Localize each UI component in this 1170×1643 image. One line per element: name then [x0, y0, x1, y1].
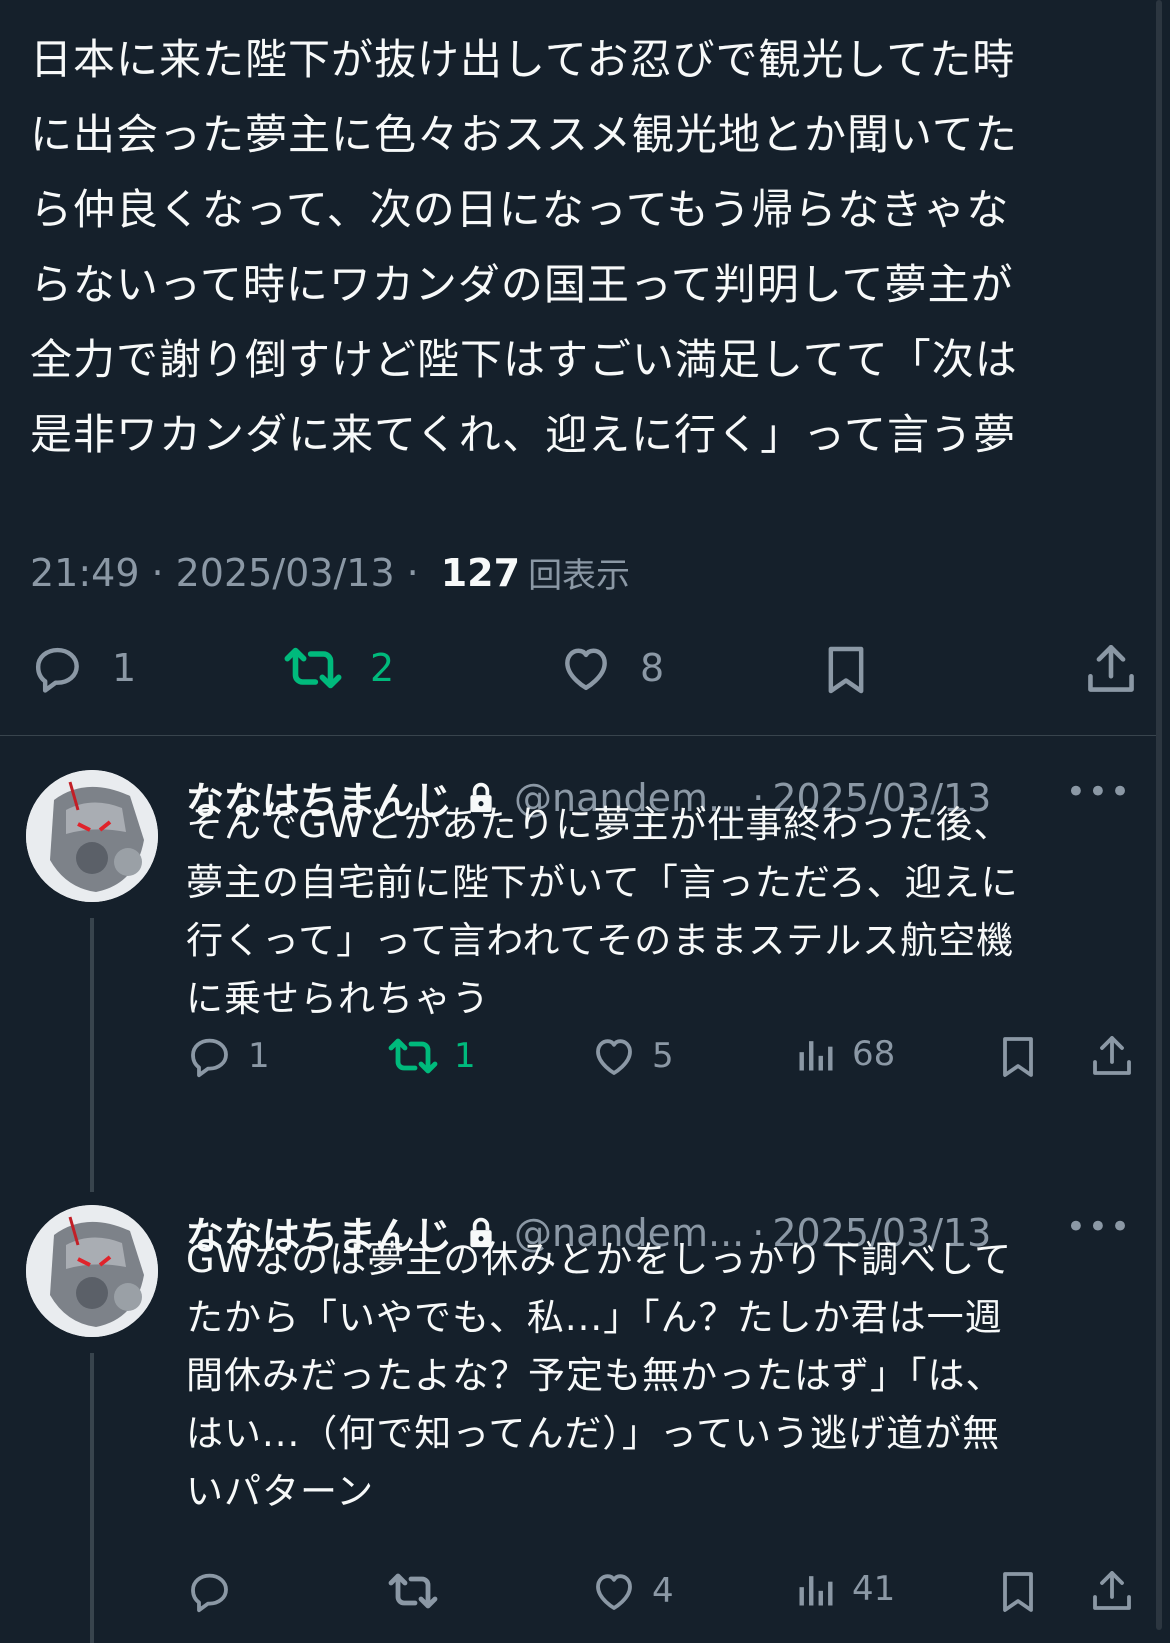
analytics-icon [794, 1567, 838, 1611]
bookmark-icon [994, 1032, 1042, 1082]
like-button[interactable]: 8 [558, 640, 664, 696]
bookmark-button[interactable] [994, 1567, 1042, 1617]
tweet-meta: 21:49 · 2025/03/13 · 127 回表示 [30, 548, 630, 597]
reply-button[interactable]: 1 [30, 640, 136, 696]
share-icon [1088, 1567, 1136, 1615]
repost-icon [386, 1567, 440, 1615]
like-button[interactable]: 5 [590, 1032, 674, 1080]
share-button[interactable] [1088, 1032, 1136, 1080]
repost-icon [282, 640, 344, 696]
analytics-icon [794, 1032, 838, 1076]
divider [0, 735, 1156, 736]
reply-button[interactable] [186, 1567, 234, 1615]
repost-count: 1 [454, 1036, 476, 1076]
reply-icon [30, 640, 86, 696]
scrollbar[interactable] [1156, 0, 1162, 1630]
bookmark-button[interactable] [818, 640, 874, 700]
reply-actions: 1 1 5 68 [0, 1032, 1160, 1092]
views-button[interactable]: 68 [794, 1032, 895, 1076]
heart-icon [590, 1032, 638, 1080]
bookmark-icon [994, 1567, 1042, 1617]
like-button[interactable]: 4 [590, 1567, 674, 1615]
repost-button[interactable]: 2 [282, 640, 394, 696]
like-count: 5 [652, 1036, 674, 1076]
heart-icon [558, 640, 614, 696]
repost-button[interactable]: 1 [386, 1032, 476, 1080]
tweet-time: 21:49 [30, 550, 140, 595]
main-tweet-actions: 1 2 8 [0, 640, 1170, 710]
repost-button[interactable] [386, 1567, 440, 1615]
repost-icon [386, 1032, 440, 1080]
bookmark-icon [818, 640, 874, 700]
like-count: 4 [652, 1571, 674, 1611]
avatar[interactable] [26, 770, 158, 902]
views-count: 41 [852, 1569, 896, 1609]
reply-text: GWなのは夢主の休みとかをしっかり下調べして たから「いやでも、私...」「ん？… [186, 1238, 1013, 1513]
share-button[interactable] [1088, 1567, 1136, 1615]
reply-text: そんでGWとかあたりに夢主が仕事終わった後、 夢主の自宅前に陛下がいて「言っただ… [186, 803, 1019, 1020]
views-label: 回表示 [528, 556, 631, 596]
share-icon [1082, 640, 1140, 698]
reply-icon [186, 1567, 234, 1615]
like-count: 8 [640, 646, 665, 690]
heart-icon [590, 1567, 638, 1615]
reply-actions: 4 41 [0, 1567, 1160, 1627]
reply-count: 1 [248, 1036, 270, 1076]
meta-separator: · [406, 550, 419, 595]
main-tweet-text: 日本に来た陛下が抜け出してお忍びで観光してた時 に出会った夢主に色々おススメ観光… [30, 35, 1018, 459]
reply-count: 1 [112, 646, 137, 690]
bookmark-button[interactable] [994, 1032, 1042, 1082]
share-button[interactable] [1082, 640, 1140, 698]
avatar[interactable] [26, 1205, 158, 1337]
reply-button[interactable]: 1 [186, 1032, 270, 1080]
views-count: 127 [440, 550, 521, 595]
reply-icon [186, 1032, 234, 1080]
tweet-date: 2025/03/13 [175, 550, 395, 595]
views-count: 68 [852, 1034, 896, 1074]
repost-count: 2 [370, 646, 395, 690]
views-button[interactable]: 41 [794, 1567, 895, 1611]
share-icon [1088, 1032, 1136, 1080]
meta-separator: · [151, 550, 164, 595]
